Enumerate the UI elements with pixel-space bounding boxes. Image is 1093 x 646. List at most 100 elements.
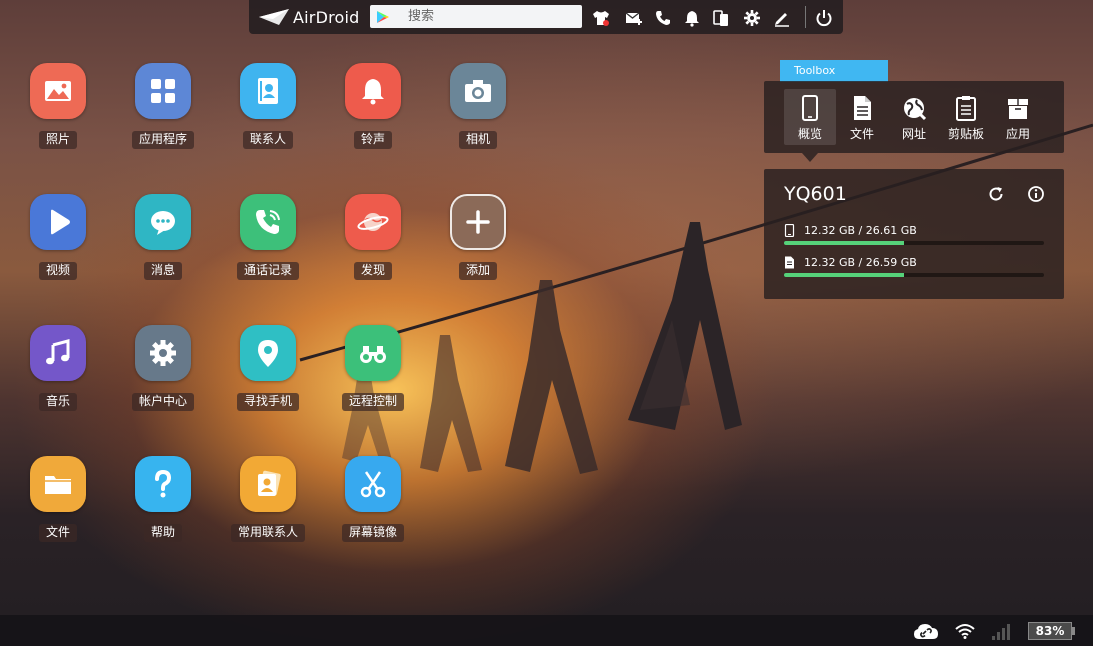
device-info-card: YQ601 12.32 GB / 26.61 GB 12.32 GB / 26.… xyxy=(764,169,1064,299)
tool-label: 剪贴板 xyxy=(947,127,984,141)
app-favorite-contacts[interactable]: 常用联系人 xyxy=(218,456,318,542)
app-help[interactable]: 帮助 xyxy=(113,456,213,542)
battery-tip xyxy=(1072,627,1075,635)
tool-files[interactable]: 文件 xyxy=(836,89,888,145)
tool-label: 应用 xyxy=(1005,127,1030,141)
mail-add-icon[interactable] xyxy=(625,9,643,27)
toolbar-divider xyxy=(805,6,806,28)
photo-icon xyxy=(30,63,86,119)
storage-bar-fill xyxy=(784,273,905,277)
storage-text: 12.32 GB / 26.59 GB xyxy=(804,255,917,269)
search-input[interactable] xyxy=(406,8,580,25)
phone-icon xyxy=(802,95,818,121)
location-icon xyxy=(240,325,296,381)
app-call-log[interactable]: 通话记录 xyxy=(218,194,318,280)
app-ringtones[interactable]: 铃声 xyxy=(323,63,423,149)
tool-label: 网址 xyxy=(901,127,926,141)
tool-label: 概览 xyxy=(797,127,822,141)
app-contacts[interactable]: 联系人 xyxy=(218,63,318,149)
clipboard-icon xyxy=(956,96,976,121)
pen-icon[interactable] xyxy=(773,9,791,27)
app-videos[interactable]: 视频 xyxy=(8,194,108,280)
globe-icon xyxy=(904,98,926,121)
power-icon[interactable] xyxy=(815,9,833,27)
app-add[interactable]: 添加 xyxy=(428,194,528,280)
play-icon xyxy=(30,194,86,250)
app-label: 音乐 xyxy=(38,393,77,411)
folder-icon xyxy=(30,456,86,512)
tool-apps[interactable]: 应用 xyxy=(992,89,1044,145)
plus-icon xyxy=(450,194,506,250)
app-label: 屏幕镜像 xyxy=(341,524,404,542)
app-files[interactable]: 文件 xyxy=(8,456,108,542)
app-label: 铃声 xyxy=(353,131,392,149)
internal-storage: 12.32 GB / 26.61 GB xyxy=(784,222,1044,245)
app-account-center[interactable]: 帐户中心 xyxy=(113,325,213,411)
app-screen-mirror[interactable]: 屏幕镜像 xyxy=(323,456,423,542)
tool-clipboard[interactable]: 剪贴板 xyxy=(940,89,992,145)
app-label: 常用联系人 xyxy=(230,524,305,542)
logo-text: AirDroid xyxy=(293,7,360,27)
app-label: 消息 xyxy=(143,262,182,280)
status-bar: 83% xyxy=(0,615,1093,646)
app-label: 帐户中心 xyxy=(131,393,194,411)
toolbox-tab[interactable]: Toolbox xyxy=(780,60,888,82)
top-toolbar: AirDroid xyxy=(249,0,843,34)
music-icon xyxy=(30,325,86,381)
storage-bar-fill xyxy=(784,241,905,245)
app-discover[interactable]: 发现 xyxy=(323,194,423,280)
app-label: 寻找手机 xyxy=(236,393,299,411)
google-play-icon xyxy=(377,10,389,23)
phone-icon[interactable] xyxy=(654,9,672,27)
app-label: 相机 xyxy=(458,131,497,149)
camera-icon xyxy=(450,63,506,119)
storage-bar xyxy=(784,241,1044,245)
tool-url[interactable]: 网址 xyxy=(888,89,940,145)
battery-indicator: 83% xyxy=(1028,622,1072,640)
app-find-phone[interactable]: 寻找手机 xyxy=(218,325,318,411)
tool-label: 文件 xyxy=(849,127,874,141)
box-icon xyxy=(1008,99,1028,119)
app-photos[interactable]: 照片 xyxy=(8,63,108,149)
scissors-icon xyxy=(345,456,401,512)
info-icon[interactable] xyxy=(1027,185,1045,203)
airdroid-logo[interactable]: AirDroid xyxy=(259,7,360,27)
app-label: 照片 xyxy=(38,131,77,149)
copy-devices-icon[interactable] xyxy=(712,9,730,27)
storage-bar xyxy=(784,273,1044,277)
gear-icon[interactable] xyxy=(743,9,761,27)
favorite-contacts-icon xyxy=(240,456,296,512)
sd-card-storage: 12.32 GB / 26.59 GB xyxy=(784,254,1044,277)
gear-icon xyxy=(135,325,191,381)
app-applications[interactable]: 应用程序 xyxy=(113,63,213,149)
chat-icon xyxy=(135,194,191,250)
planet-icon xyxy=(345,194,401,250)
refresh-icon[interactable] xyxy=(987,185,1005,203)
search-box[interactable] xyxy=(370,5,582,28)
toolbox-pointer xyxy=(802,153,818,162)
document-icon xyxy=(854,96,871,120)
phone-call-icon xyxy=(240,194,296,250)
app-remote-control[interactable]: 远程控制 xyxy=(323,325,423,411)
binoculars-icon xyxy=(345,325,401,381)
contacts-icon xyxy=(240,63,296,119)
app-label: 应用程序 xyxy=(131,131,194,149)
bell-icon xyxy=(345,63,401,119)
app-messages[interactable]: 消息 xyxy=(113,194,213,280)
app-label: 发现 xyxy=(353,262,392,280)
device-name: YQ601 xyxy=(784,183,847,205)
cloud-link-icon[interactable] xyxy=(913,622,939,640)
app-music[interactable]: 音乐 xyxy=(8,325,108,411)
app-label: 添加 xyxy=(458,262,497,280)
sd-card-icon xyxy=(785,256,794,268)
app-camera[interactable]: 相机 xyxy=(428,63,528,149)
bell-icon[interactable] xyxy=(683,9,701,27)
storage-text: 12.32 GB / 26.61 GB xyxy=(804,223,917,237)
toolbox-panel: 概览 文件 网址 剪贴板 应用 xyxy=(764,81,1064,153)
tool-overview[interactable]: 概览 xyxy=(784,89,836,145)
tshirt-icon[interactable] xyxy=(592,9,610,27)
question-icon xyxy=(135,456,191,512)
signal-icon xyxy=(992,624,1010,640)
app-label: 帮助 xyxy=(143,524,182,542)
app-label: 远程控制 xyxy=(341,393,404,411)
